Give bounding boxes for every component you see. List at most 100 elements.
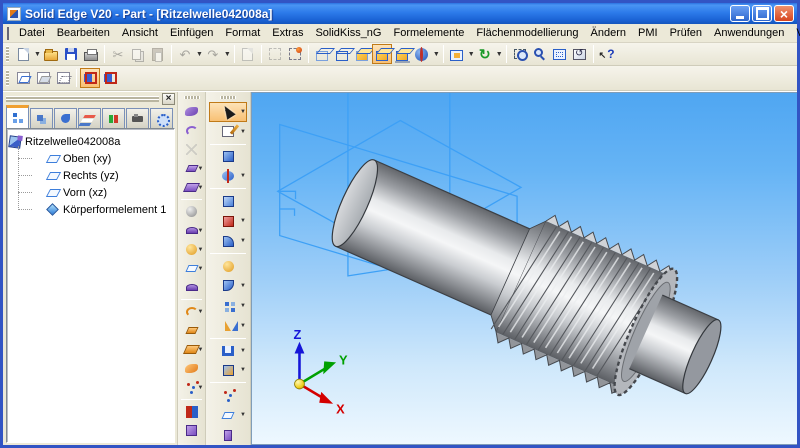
curve-branch-button[interactable] [180, 378, 204, 397]
dropdown-caret-icon[interactable] [496, 51, 503, 58]
tab-layers[interactable] [78, 108, 101, 128]
maximize-button[interactable] [752, 5, 772, 22]
ruled-surface-button[interactable] [180, 340, 204, 359]
dropdown-caret-icon[interactable] [224, 51, 231, 58]
dropdown-caret-icon[interactable] [468, 51, 475, 58]
dropdown-caret-icon[interactable] [34, 51, 41, 58]
paint-selection-button[interactable] [285, 44, 305, 64]
rib-button[interactable] [209, 361, 247, 381]
construction-panel-button[interactable] [209, 425, 247, 445]
edgebar-grip[interactable] [6, 94, 175, 104]
zoom-area-button[interactable] [510, 44, 530, 64]
bluesurf-button[interactable] [180, 102, 204, 121]
menu-format[interactable]: Format [219, 25, 266, 41]
construction-body-button[interactable] [180, 421, 204, 440]
swept-cutout-button[interactable] [209, 231, 247, 251]
view-orientation-button[interactable] [447, 44, 467, 64]
previous-view-button[interactable] [570, 44, 590, 64]
toolbar-grip[interactable] [6, 46, 9, 62]
extend-surface-button[interactable] [180, 240, 204, 259]
copy-surface-button[interactable] [180, 178, 204, 197]
tab-animation[interactable] [126, 108, 149, 128]
dropdown-caret-icon[interactable] [196, 51, 203, 58]
replace-face-button[interactable] [180, 259, 204, 278]
boundary-button[interactable] [180, 140, 204, 159]
tab-configurations[interactable] [150, 108, 173, 128]
menu-datei[interactable]: Datei [13, 25, 51, 41]
print-button[interactable] [81, 44, 101, 64]
visible-style-button[interactable] [412, 44, 432, 64]
round-button[interactable] [209, 256, 247, 276]
toolbar-grip[interactable] [220, 96, 236, 99]
tab-feature-pathfinder[interactable] [6, 105, 29, 128]
swept-surface-button[interactable] [180, 321, 204, 340]
menu-anwendungen[interactable]: Anwendungen [708, 25, 790, 41]
tree-row-body-feature[interactable]: Körperformelement 1 [18, 201, 172, 218]
save-button[interactable] [61, 44, 81, 64]
toolbar-grip[interactable] [6, 70, 9, 86]
select-visible-button[interactable] [265, 44, 285, 64]
menu-einfuegen[interactable]: Einfügen [164, 25, 219, 41]
relationship-display-button[interactable] [100, 68, 120, 88]
offset-surface-button[interactable] [180, 159, 204, 178]
menu-aendern[interactable]: Ändern [585, 25, 632, 41]
close-button[interactable] [774, 5, 794, 22]
open-button[interactable] [41, 44, 61, 64]
chamfer-button[interactable] [209, 276, 247, 296]
tree-row-plane-xz[interactable]: Vorn (xz) [18, 184, 172, 201]
keypoint-curve-button[interactable] [180, 121, 204, 140]
minimize-button[interactable] [730, 5, 750, 22]
select-tool-button[interactable] [209, 102, 247, 122]
point-curve-button[interactable] [209, 385, 247, 405]
new-document-button[interactable] [13, 44, 33, 64]
menu-pruefen[interactable]: Prüfen [664, 25, 708, 41]
cutout-button[interactable] [209, 191, 247, 211]
wireframe-button[interactable] [312, 44, 332, 64]
reference-plane-button[interactable] [209, 405, 247, 425]
tree-row-plane-xy[interactable]: Oben (xy) [18, 150, 172, 167]
pattern-button[interactable] [209, 296, 247, 316]
redo-button[interactable]: ↷ [203, 44, 223, 64]
revolved-cutout-button[interactable] [209, 211, 247, 231]
extrude-button[interactable] [209, 147, 247, 167]
tab-family-of-parts[interactable] [54, 108, 77, 128]
help-button[interactable] [597, 44, 617, 64]
intersection-button[interactable] [180, 402, 204, 421]
shaded-with-edges-button[interactable] [372, 44, 392, 64]
hidden-edges-button[interactable] [332, 44, 352, 64]
sketch-view-button[interactable] [33, 68, 53, 88]
tree-row-plane-yz[interactable]: Rechts (yz) [18, 167, 172, 184]
fit-button[interactable] [550, 44, 570, 64]
menu-extras[interactable]: Extras [266, 25, 309, 41]
update-links-button[interactable] [238, 44, 258, 64]
menu-formelemente[interactable]: Formelemente [388, 25, 471, 41]
menu-flaechenmodellierung[interactable]: Flächenmodellierung [470, 25, 584, 41]
toolbar-grip[interactable] [184, 96, 200, 99]
layout-sketch-button[interactable] [13, 68, 33, 88]
tree-root-row[interactable]: Ritzelwelle042008a [9, 133, 172, 150]
rotate-view-button[interactable] [475, 44, 495, 64]
undo-button[interactable]: ↶ [175, 44, 195, 64]
paste-button[interactable] [148, 44, 168, 64]
construction-display-button[interactable] [80, 68, 100, 88]
dropdown-caret-icon[interactable] [433, 51, 440, 58]
zoom-button[interactable] [530, 44, 550, 64]
cut-button[interactable]: ✂ [108, 44, 128, 64]
shadow-button[interactable] [392, 44, 412, 64]
copy-button[interactable] [128, 44, 148, 64]
graphics-viewport[interactable]: Z Y X [251, 92, 797, 445]
document-icon[interactable] [7, 27, 9, 40]
menu-pmi[interactable]: PMI [632, 25, 664, 41]
shaded-button[interactable] [352, 44, 372, 64]
bounded-surface-button[interactable] [180, 359, 204, 378]
menu-bearbeiten[interactable]: Bearbeiten [51, 25, 116, 41]
sphere-tool-button[interactable] [180, 202, 204, 221]
derived-curve-button[interactable] [180, 302, 204, 321]
menu-verwalten[interactable]: Verwalten [790, 25, 800, 41]
tab-library[interactable] [30, 108, 53, 128]
revolve-button[interactable] [209, 167, 247, 187]
thin-wall-button[interactable] [209, 341, 247, 361]
delete-face-button[interactable] [180, 278, 204, 297]
menu-ansicht[interactable]: Ansicht [116, 25, 164, 41]
sketch-grid-button[interactable] [53, 68, 73, 88]
